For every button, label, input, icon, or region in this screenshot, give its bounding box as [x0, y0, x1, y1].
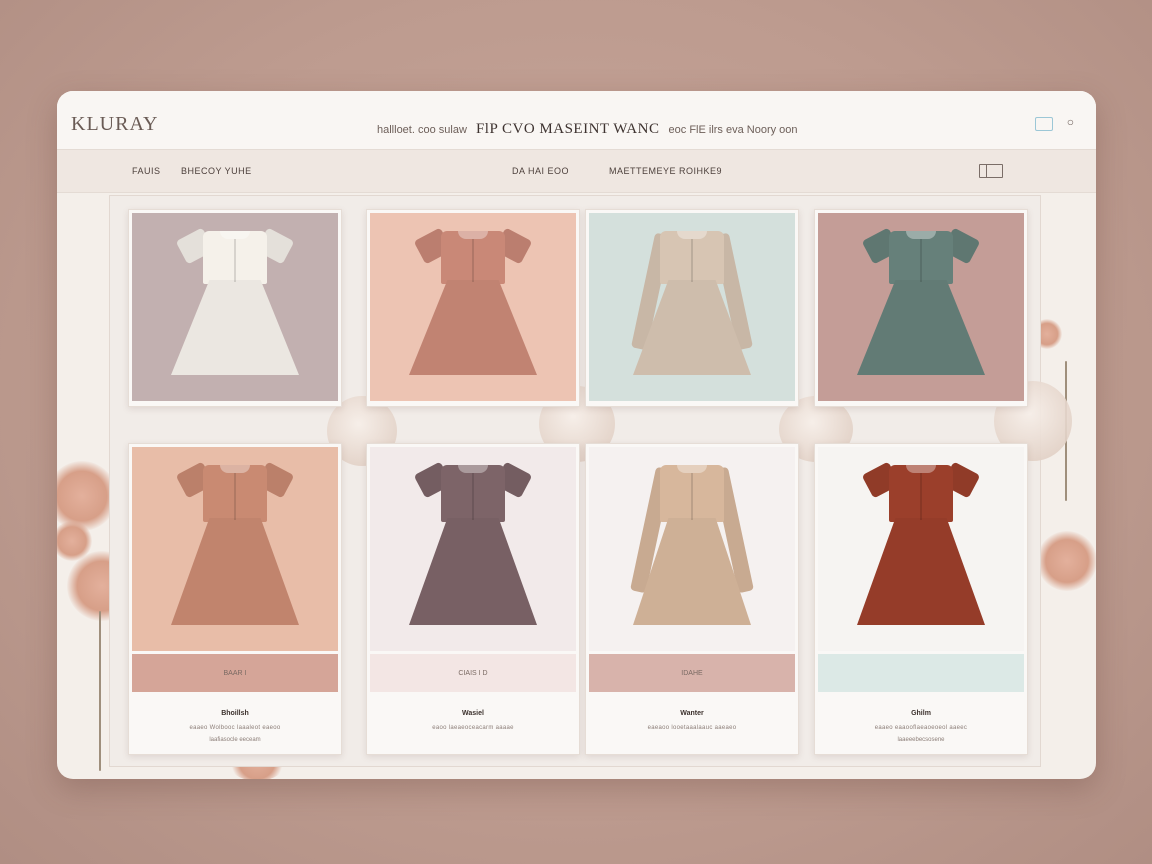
- menu-icon[interactable]: [1034, 117, 1053, 131]
- product-image: [132, 213, 338, 401]
- product-card[interactable]: [585, 209, 799, 407]
- main-nav: FAUIS BHECOY YUHE DA HAI EOO MAETTEMEYE …: [57, 150, 1096, 193]
- dress-collar: [220, 465, 250, 473]
- dress-graphic: [398, 227, 548, 391]
- product-info: Wanter eaeaoo looetaaalaauc aaeaeo: [589, 694, 795, 731]
- header-pre: hallloet. coo sulaw: [377, 124, 467, 136]
- dress-skirt: [171, 518, 299, 625]
- header-title: FlP CVO MASEINT WANC: [475, 121, 660, 137]
- nav-item-1[interactable]: FAUIS: [132, 166, 161, 176]
- product-card[interactable]: BAAR I Bhoillsh eaaeo Wolbooc laaaleot e…: [128, 443, 342, 755]
- product-card[interactable]: Ghilm eaaeo eaaooflaeaoeoeol aaeec laaee…: [814, 443, 1028, 755]
- dress-placket: [920, 239, 922, 282]
- product-image: [370, 213, 576, 401]
- product-info: Ghilm eaaeo eaaooflaeaoeoeol aaeec laaee…: [818, 694, 1024, 743]
- dress-placket: [472, 239, 474, 282]
- product-tag: CIAIS I D: [370, 654, 576, 692]
- grid-view-icon[interactable]: [979, 164, 1003, 178]
- product-name[interactable]: Ghilm: [818, 710, 1024, 717]
- product-tag-text: BAAR I: [223, 669, 247, 677]
- dress-placket: [234, 473, 236, 520]
- product-card[interactable]: [128, 209, 342, 407]
- site-header: KLURAY hallloet. coo sulaw FlP CVO MASEI…: [57, 91, 1096, 150]
- dress-skirt: [409, 280, 537, 375]
- dress-skirt: [171, 280, 299, 375]
- header-tagline: hallloet. coo sulaw FlP CVO MASEINT WANC…: [377, 121, 798, 138]
- dress-skirt: [857, 280, 985, 375]
- product-image: [818, 447, 1024, 651]
- dress-collar: [906, 231, 936, 239]
- dress-collar: [458, 231, 488, 239]
- product-card[interactable]: [814, 209, 1028, 407]
- dress-graphic: [846, 227, 996, 391]
- stem-decoration: [99, 611, 101, 771]
- dress-collar: [677, 231, 707, 239]
- dress-placket: [691, 473, 693, 520]
- dress-collar: [458, 465, 488, 473]
- product-card[interactable]: CIAIS I D Wasiel eaoo laeaeoceacarm aaaa…: [366, 443, 580, 755]
- product-image: [818, 213, 1024, 401]
- dress-graphic: [398, 461, 548, 641]
- product-image: [370, 447, 576, 651]
- search-icon[interactable]: ○: [1067, 115, 1074, 129]
- app-window: KLURAY hallloet. coo sulaw FlP CVO MASEI…: [57, 91, 1096, 779]
- product-meta: eaeaoo looetaaalaauc aaeaeo: [647, 725, 737, 731]
- dress-graphic: [617, 461, 767, 641]
- product-name[interactable]: Wasiel: [370, 710, 576, 717]
- product-image: [589, 447, 795, 651]
- product-tag-text: CIAIS I D: [458, 669, 488, 677]
- product-card[interactable]: [366, 209, 580, 407]
- dress-collar: [677, 465, 707, 473]
- product-card[interactable]: IDAHE Wanter eaeaoo looetaaalaauc aaeaeo: [585, 443, 799, 755]
- dress-collar: [906, 465, 936, 473]
- product-tag-text: IDAHE: [681, 669, 703, 677]
- product-meta: eaaeo eaaooflaeaoeoeol aaeec: [874, 725, 968, 731]
- dress-graphic: [846, 461, 996, 641]
- dress-skirt: [409, 518, 537, 625]
- dress-placket: [472, 473, 474, 520]
- product-name[interactable]: Wanter: [589, 710, 795, 717]
- product-tag: IDAHE: [589, 654, 795, 692]
- product-image: [132, 447, 338, 651]
- dress-skirt: [857, 518, 985, 625]
- flower-decoration: [1037, 531, 1096, 591]
- product-meta: eaaeo Wolbooc laaaleot eaeoo: [189, 725, 281, 731]
- product-meta-2: laaeeebecsosene: [897, 737, 945, 743]
- dress-placket: [920, 473, 922, 520]
- dress-graphic: [160, 461, 310, 641]
- nav-item-4[interactable]: MAETTEMEYE ROIHKE9: [609, 166, 722, 176]
- header-icons: ○: [1034, 115, 1074, 131]
- brand-logo[interactable]: KLURAY: [71, 113, 159, 136]
- dress-placket: [691, 239, 693, 282]
- product-tag: [818, 654, 1024, 692]
- flower-decoration: [57, 461, 117, 531]
- product-info: Bhoillsh eaaeo Wolbooc laaaleot eaeoo la…: [132, 694, 338, 743]
- nav-item-3[interactable]: DA HAI EOO: [512, 166, 569, 176]
- product-meta-2: laafiasocle eeceam: [209, 737, 261, 743]
- dress-graphic: [617, 227, 767, 391]
- product-image: [589, 213, 795, 401]
- dress-collar: [220, 231, 250, 239]
- product-meta: eaoo laeaeoceacarm aaaae: [432, 725, 514, 731]
- product-name[interactable]: Bhoillsh: [132, 710, 338, 717]
- dress-graphic: [160, 227, 310, 391]
- nav-item-2[interactable]: BHECOY YUHE: [181, 166, 252, 176]
- header-post: eoc FlE ilrs eva Noory oon: [668, 124, 798, 136]
- dress-placket: [234, 239, 236, 282]
- product-info: Wasiel eaoo laeaeoceacarm aaaae: [370, 694, 576, 731]
- product-tag: BAAR I: [132, 654, 338, 692]
